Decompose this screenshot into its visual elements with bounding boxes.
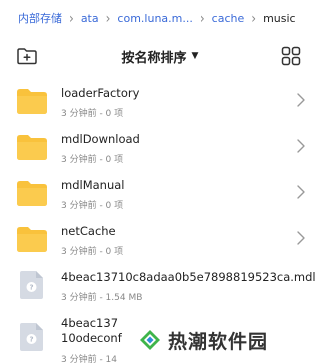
- chevron-right-icon: [297, 139, 305, 153]
- file-name: 4beac13710c8adaa0b5e7898819523ca.mdl: [61, 270, 316, 284]
- breadcrumb-separator-icon: ›: [199, 9, 205, 27]
- list-item-mdldownload[interactable]: mdlDownload 3 分钟前 - 0 项: [0, 124, 320, 170]
- file-name: loaderFactory: [61, 86, 140, 100]
- list-item-mdl-file[interactable]: ? 4beac13710c8adaa0b5e7898819523ca.mdl 3…: [0, 262, 320, 308]
- file-name: mdlDownload: [61, 132, 140, 146]
- breadcrumb-com-luna[interactable]: com.luna.m...: [117, 12, 192, 25]
- unknown-file-icon: ?: [20, 323, 43, 351]
- list-item-loaderfactory[interactable]: loaderFactory 3 分钟前 - 0 项: [0, 78, 320, 124]
- file-name: mdlManual: [61, 178, 125, 192]
- unknown-file-icon: ?: [20, 271, 43, 299]
- chevron-right-icon: [297, 231, 305, 245]
- svg-text:?: ?: [29, 336, 33, 344]
- caret-down-icon: ▼: [191, 51, 199, 61]
- breadcrumb-music: music: [263, 11, 296, 25]
- watermark: 热潮软件园: [136, 320, 277, 360]
- sort-dropdown[interactable]: 按名称排序 ▼: [122, 47, 199, 66]
- watermark-text: 热潮软件园: [168, 330, 269, 353]
- breadcrumb-internal-storage[interactable]: 内部存储: [18, 10, 62, 26]
- folder-icon: [17, 135, 47, 160]
- file-name: 4beac13710odeconf: [61, 316, 122, 345]
- breadcrumb: 内部存储 › ata › com.luna.m... › cache › mus…: [0, 0, 320, 36]
- breadcrumb-separator-icon: ›: [69, 9, 74, 27]
- file-meta: 3 分钟前 - 0 项: [61, 201, 124, 211]
- chevron-right-icon: [297, 93, 305, 107]
- breadcrumb-separator-icon: ›: [105, 9, 111, 27]
- file-meta: 3 分钟前 - 14: [61, 355, 118, 364]
- sort-label: 按名称排序: [121, 50, 187, 66]
- folder-icon: [17, 181, 47, 206]
- breadcrumb-separator-icon: ›: [251, 9, 257, 27]
- grid-view-icon[interactable]: [280, 45, 302, 67]
- breadcrumb-cache[interactable]: cache: [212, 12, 245, 25]
- file-name: netCache: [61, 224, 116, 238]
- list-item-netcache[interactable]: netCache 3 分钟前 - 0 项: [0, 216, 320, 262]
- folder-icon: [17, 227, 47, 252]
- file-meta: 3 分钟前 - 0 项: [61, 155, 124, 165]
- watermark-logo-icon: [140, 330, 160, 350]
- list-item-mdlmanual[interactable]: mdlManual 3 分钟前 - 0 项: [0, 170, 320, 216]
- folder-icon: [17, 89, 47, 114]
- file-meta: 3 分钟前 - 0 项: [61, 247, 124, 257]
- file-meta: 3 分钟前 - 0 项: [61, 109, 124, 119]
- file-meta: 3 分钟前 - 1.54 MB: [61, 293, 143, 303]
- new-folder-icon[interactable]: [16, 45, 38, 67]
- svg-text:?: ?: [29, 284, 33, 292]
- toolbar: 按名称排序 ▼: [0, 40, 320, 72]
- breadcrumb-ata[interactable]: ata: [81, 12, 99, 25]
- chevron-right-icon: [297, 185, 305, 199]
